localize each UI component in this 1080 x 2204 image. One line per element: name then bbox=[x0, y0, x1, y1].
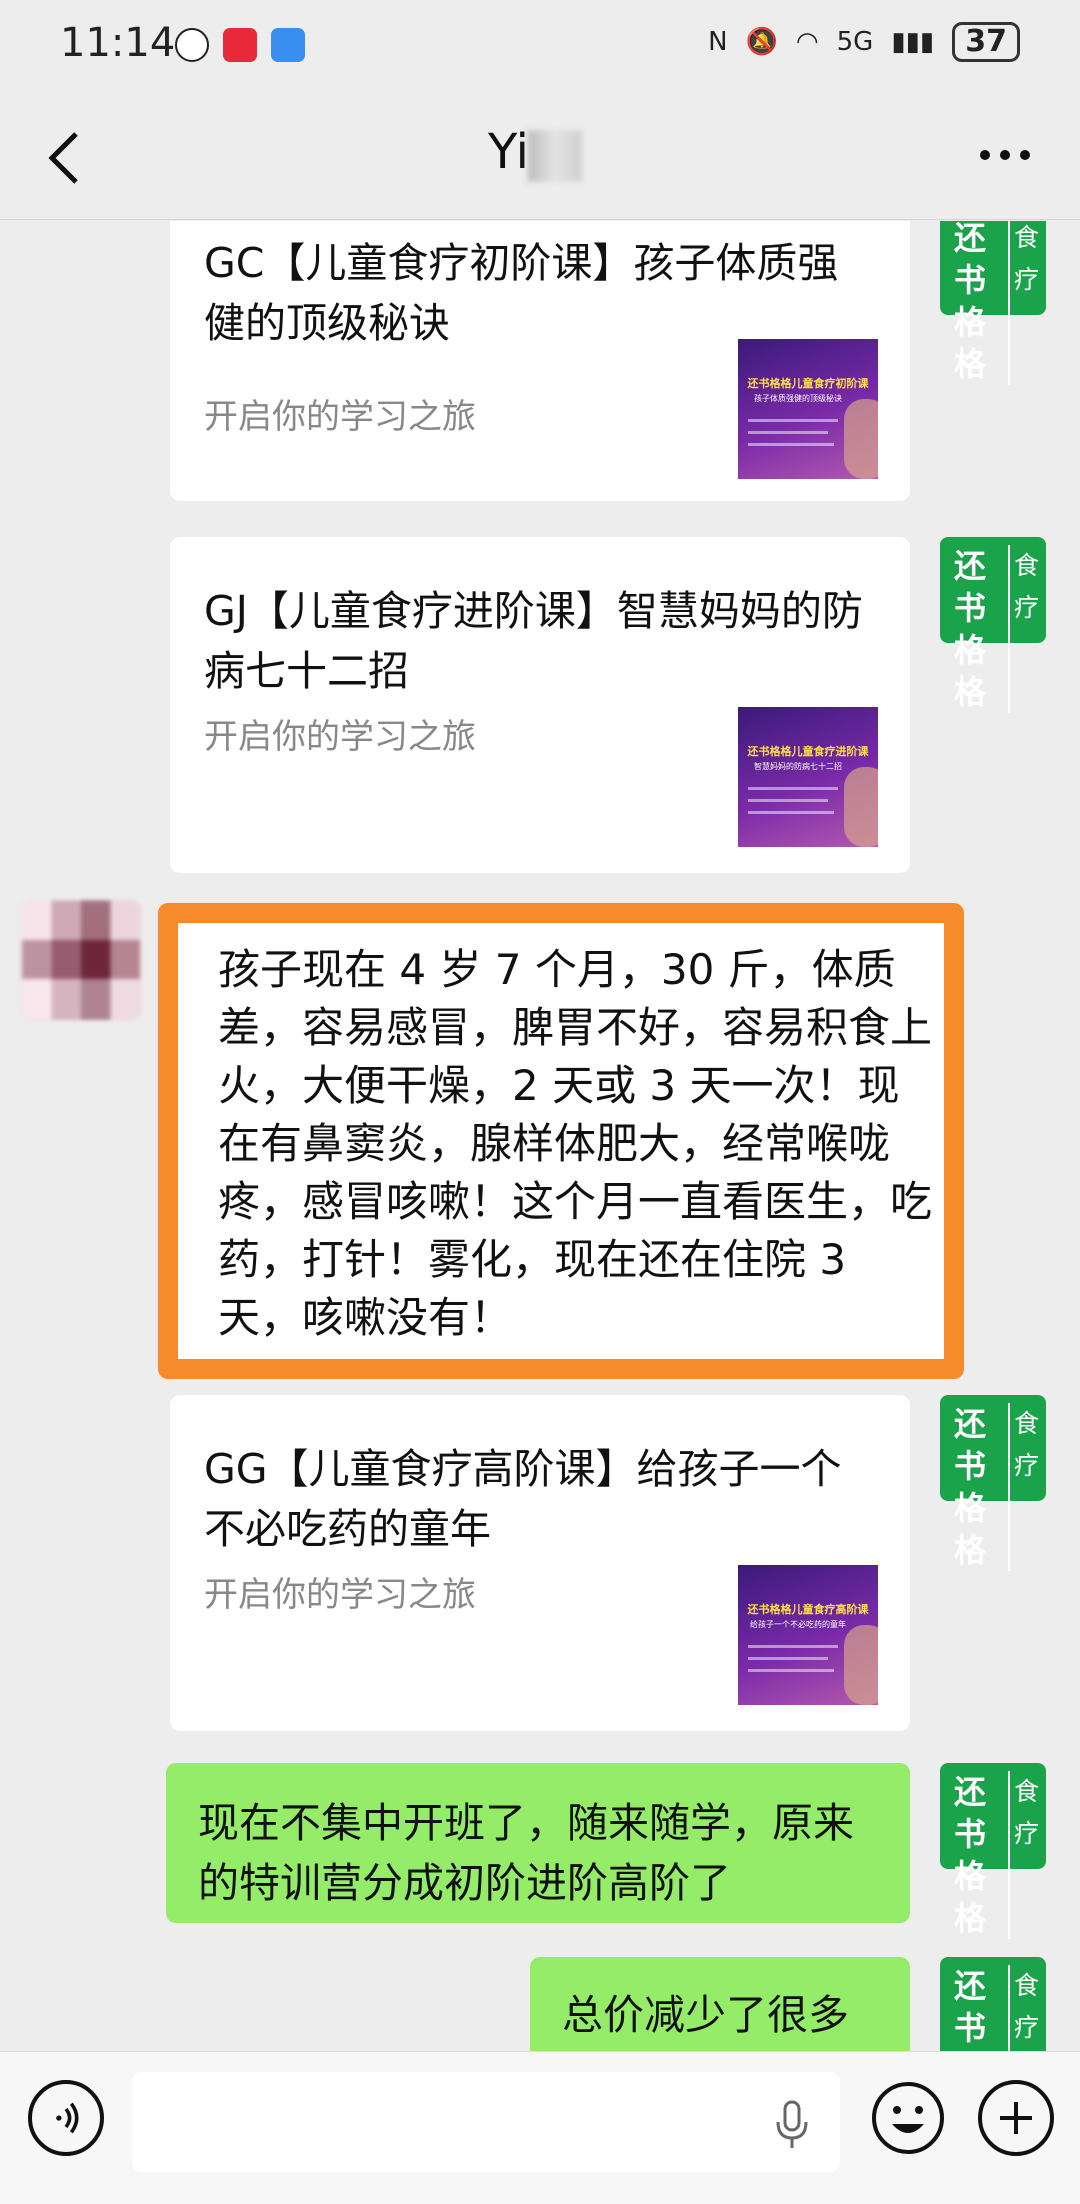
title-blur-mask bbox=[528, 130, 582, 182]
chat-title: Yi bbox=[488, 124, 529, 180]
my-avatar[interactable]: 还书格格 食疗 bbox=[940, 221, 1046, 385]
course-card[interactable]: GC【儿童食疗初阶课】孩子体质强健的顶级秘诀 开启你的学习之旅 还书格格儿童食疗… bbox=[170, 221, 910, 501]
thumb-subtitle: 给孩子一个不必吃药的童年 bbox=[750, 1620, 846, 1629]
card-title: GG【儿童食疗高阶课】给孩子一个不必吃药的童年 bbox=[204, 1445, 842, 1553]
back-arrow-icon[interactable] bbox=[40, 128, 90, 188]
battery-indicator: 37 bbox=[952, 22, 1020, 62]
chat-header: Yi bbox=[0, 92, 1080, 220]
my-avatar[interactable]: 还书格格 食疗 bbox=[940, 1957, 1046, 2051]
signal-label: 5G bbox=[836, 27, 874, 57]
card-thumbnail: 还书格格儿童食疗初阶课 孩子体质强健的顶级秘诀 bbox=[738, 339, 878, 479]
notification-icons bbox=[175, 28, 305, 62]
qq-icon bbox=[175, 28, 209, 62]
my-avatar[interactable]: 还书格格 食疗 bbox=[940, 1395, 1046, 1571]
course-card[interactable]: GG【儿童食疗高阶课】给孩子一个不必吃药的童年 开启你的学习之旅 还书格格儿童食… bbox=[170, 1395, 910, 1731]
status-time: 11:14 bbox=[60, 20, 176, 66]
highlighted-message-box: 孩子现在 4 岁 7 个月，30 斤，体质差，容易感冒，脾胃不好，容易积食上火，… bbox=[158, 903, 964, 1379]
emoji-icon[interactable] bbox=[870, 2080, 946, 2156]
my-avatar[interactable]: 还书格格 食疗 bbox=[940, 1763, 1046, 1939]
thumb-title: 还书格格儿童食疗进阶课 bbox=[747, 745, 869, 758]
card-thumbnail: 还书格格儿童食疗进阶课 智慧妈妈的防病七十二招 bbox=[738, 707, 878, 847]
xiaohongshu-icon bbox=[223, 28, 257, 62]
incoming-message-text[interactable]: 孩子现在 4 岁 7 个月，30 斤，体质差，容易感冒，脾胃不好，容易积食上火，… bbox=[218, 941, 934, 1347]
course-card[interactable]: GJ【儿童食疗进阶课】智慧妈妈的防病七十二招 开启你的学习之旅 还书格格儿童食疗… bbox=[170, 537, 910, 873]
status-bar: 11:14 N 🔕 ◠ 5G ▮▮▮ 37 bbox=[0, 0, 1080, 92]
microphone-icon[interactable] bbox=[772, 2100, 812, 2150]
card-desc: 开启你的学习之旅 bbox=[204, 717, 476, 757]
add-attachment-icon[interactable] bbox=[978, 2080, 1054, 2156]
card-desc: 开启你的学习之旅 bbox=[204, 1575, 476, 1615]
card-title: GC【儿童食疗初阶课】孩子体质强健的顶级秘诀 bbox=[204, 239, 839, 347]
card-thumbnail: 还书格格儿童食疗高阶课 给孩子一个不必吃药的童年 bbox=[738, 1565, 878, 1705]
my-avatar[interactable]: 还书格格 食疗 bbox=[940, 537, 1046, 713]
wifi-icon: ◠ bbox=[795, 27, 819, 57]
thumb-subtitle: 智慧妈妈的防病七十二招 bbox=[754, 762, 842, 771]
thumb-subtitle: 孩子体质强健的顶级秘诀 bbox=[754, 394, 842, 403]
outgoing-message-text: 现在不集中开班了，随来随学，原来的特训营分成初阶进阶高阶了 bbox=[198, 1799, 854, 1907]
thumb-title: 还书格格儿童食疗初阶课 bbox=[747, 377, 869, 390]
more-options-icon[interactable] bbox=[980, 150, 1030, 160]
card-desc: 开启你的学习之旅 bbox=[204, 397, 476, 437]
outgoing-message-text: 总价减少了很多 bbox=[562, 1991, 849, 2039]
chat-area[interactable]: GC【儿童食疗初阶课】孩子体质强健的顶级秘诀 开启你的学习之旅 还书格格儿童食疗… bbox=[0, 221, 1080, 2051]
mute-icon: 🔕 bbox=[745, 27, 778, 57]
input-bar bbox=[0, 2051, 1080, 2204]
status-right: N 🔕 ◠ 5G ▮▮▮ 37 bbox=[708, 22, 1020, 62]
contact-avatar-mask bbox=[22, 901, 140, 1019]
outgoing-message[interactable]: 总价减少了很多 bbox=[530, 1957, 910, 2051]
outgoing-message[interactable]: 现在不集中开班了，随来随学，原来的特训营分成初阶进阶高阶了 bbox=[166, 1763, 910, 1923]
message-input[interactable] bbox=[132, 2072, 840, 2172]
card-title: GJ【儿童食疗进阶课】智慧妈妈的防病七十二招 bbox=[204, 587, 863, 695]
signal-icon: ▮▮▮ bbox=[891, 27, 935, 57]
app-icon bbox=[271, 28, 305, 62]
thumb-title: 还书格格儿童食疗高阶课 bbox=[747, 1603, 869, 1616]
voice-input-icon[interactable] bbox=[28, 2080, 104, 2156]
nfc-icon: N bbox=[708, 27, 728, 57]
